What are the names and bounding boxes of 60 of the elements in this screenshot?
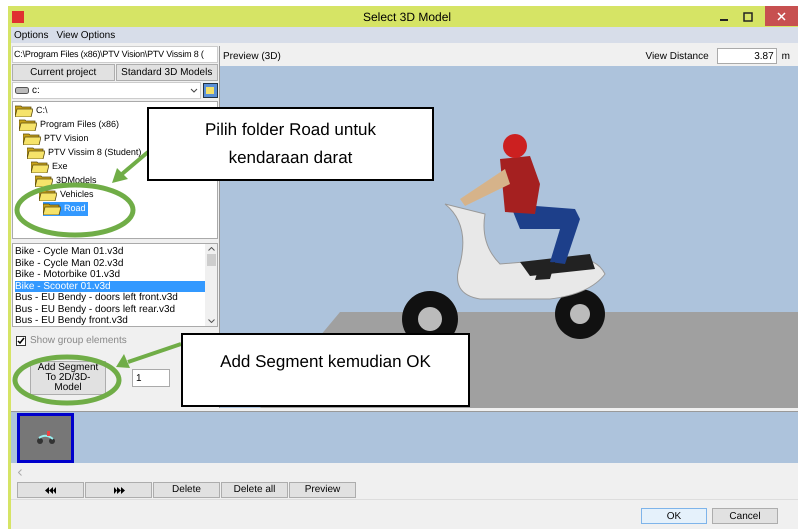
unit-label: m [782, 50, 790, 64]
rewind-icon [44, 486, 56, 494]
file-item[interactable]: Bus - EU Bendy - doors left front.v3d [15, 292, 205, 304]
count-field[interactable]: 1 [132, 369, 170, 387]
checkbox[interactable] [16, 336, 26, 346]
folder-item[interactable]: Program Files (x86) [19, 118, 122, 132]
folder-link-icon[interactable] [203, 83, 218, 98]
scroll-down-icon[interactable] [208, 319, 214, 323]
maximize-icon[interactable] [743, 12, 753, 22]
chevron-down-icon [190, 88, 198, 93]
folder-item[interactable]: C:\ [15, 104, 50, 118]
file-item[interactable]: Bike - Motorbike 01.v3d [15, 269, 205, 280]
scroll-up-icon[interactable] [208, 247, 214, 251]
preview-title: Preview (3D) [223, 50, 281, 64]
pointer-arrow [114, 342, 182, 370]
folder-item[interactable]: Exe [31, 160, 70, 174]
callout-box: Pilih folder Road untuk kendaraan darat [147, 107, 434, 181]
source-button[interactable]: Current project [12, 64, 114, 81]
view-distance-label: View Distance [645, 50, 709, 64]
drive-dropdown[interactable]: c: [12, 82, 201, 99]
ok-button[interactable]: OK [641, 508, 707, 524]
app-icon [12, 10, 24, 22]
add-segment-button[interactable]: Add Segment To 2D/3D-Model [30, 361, 106, 395]
scrollbar[interactable] [205, 244, 217, 326]
file-item[interactable]: Bus - EU Bendy front.v3d [15, 315, 205, 326]
first-button[interactable] [17, 482, 84, 498]
folder-item[interactable]: PTV Vissim 8 (Student) [27, 146, 144, 160]
cancel-button[interactable]: Cancel [712, 508, 778, 524]
callout-box: Add Segment kemudian OK [181, 333, 470, 407]
view-distance-field[interactable]: 3.87 [716, 48, 777, 64]
folder-icon [43, 203, 61, 215]
check-icon [17, 336, 25, 344]
folder-icon [23, 133, 41, 145]
segment-thumbnail[interactable] [17, 412, 74, 462]
folder-item[interactable]: PTV Vision [23, 132, 90, 146]
last-button[interactable] [85, 482, 152, 498]
folder-item[interactable]: 3DModels [35, 174, 99, 188]
scooter-icon [36, 430, 56, 444]
scrollbar-thumb[interactable] [206, 254, 216, 266]
segment-button[interactable]: Delete [153, 482, 220, 498]
source-button[interactable]: Standard 3D Models [116, 64, 218, 81]
file-item[interactable]: Bus - EU Bendy - doors left rear.v3d [15, 304, 205, 315]
folder-icon [19, 119, 37, 131]
segment-button[interactable]: Preview [289, 482, 356, 498]
folder-icon [15, 105, 33, 117]
segment-button[interactable]: Delete all [221, 482, 288, 498]
menu-item[interactable]: View Options [56, 28, 116, 42]
window-title: Select 3D Model [363, 8, 452, 26]
drive-icon [15, 87, 29, 94]
file-item[interactable]: Bike - Cycle Man 02.v3d [15, 258, 205, 269]
fast-forward-icon [112, 486, 124, 494]
folder-icon [35, 175, 53, 187]
close-button[interactable] [765, 6, 798, 26]
path-field[interactable]: C:\Program Files (x86)\PTV Vision\PTV Vissim 8 ( [12, 46, 218, 63]
file-item[interactable]: Bike - Cycle Man 01.v3d [15, 246, 205, 258]
folder-item[interactable]: Vehicles [39, 188, 96, 202]
checkbox-label: Show group elements [30, 334, 127, 348]
folder-icon [27, 147, 45, 159]
folder-icon [31, 161, 49, 173]
menu-item[interactable]: Options [14, 28, 48, 42]
